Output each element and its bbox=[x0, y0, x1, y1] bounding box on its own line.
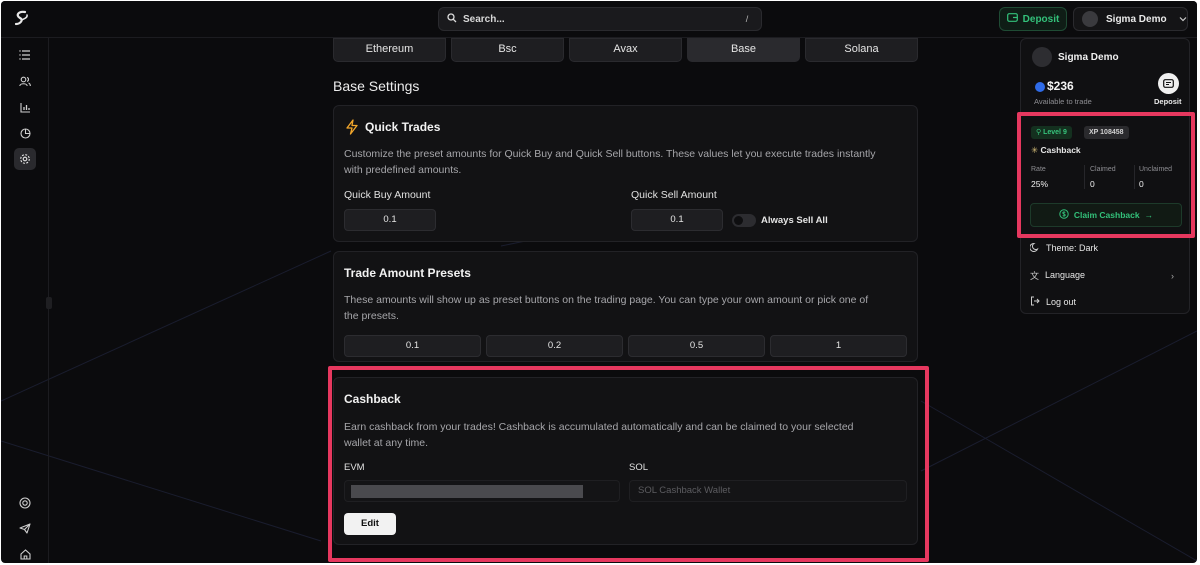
cashback-section-label: Cashback bbox=[1040, 145, 1081, 155]
theme-label: Theme: Dark bbox=[1046, 243, 1099, 253]
user-name: Sigma Demo bbox=[1106, 13, 1167, 25]
wallet-icon bbox=[1006, 13, 1018, 25]
tab-base[interactable]: Base bbox=[687, 38, 800, 62]
search-icon bbox=[447, 10, 457, 28]
translate-icon: 文 bbox=[1030, 270, 1040, 281]
xp-badge: XP 108458 bbox=[1084, 126, 1129, 139]
quick-buy-label: Quick Buy Amount bbox=[344, 189, 431, 201]
pie-icon[interactable] bbox=[14, 122, 36, 144]
level-badge: ⚲ Level 9 bbox=[1031, 126, 1072, 139]
claim-cashback-label: Claim Cashback bbox=[1073, 210, 1140, 220]
cashback-section-title: ✳ Cashback bbox=[1031, 145, 1081, 156]
user-dropdown: Sigma Demo $236 Available to trade Depos… bbox=[1020, 38, 1190, 314]
quick-buy-input[interactable]: 0.1 bbox=[344, 209, 436, 231]
arrow-right-icon: → bbox=[1144, 210, 1154, 220]
cashback-card: Cashback Earn cashback from your trades!… bbox=[333, 377, 918, 545]
presets-card: Trade Amount Presets These amounts will … bbox=[333, 251, 918, 362]
rate-label: Rate bbox=[1031, 166, 1046, 173]
balance-coin-icon bbox=[1035, 82, 1045, 92]
tab-bsc[interactable]: Bsc bbox=[451, 38, 564, 62]
search-bar[interactable]: Search... / bbox=[438, 7, 762, 31]
theme-menu-item[interactable]: Theme: Dark bbox=[1029, 240, 1099, 256]
support-icon[interactable] bbox=[14, 492, 36, 514]
unclaimed-label: Unclaimed bbox=[1139, 166, 1173, 173]
sidebar-collapse-handle[interactable] bbox=[46, 297, 52, 309]
preset-button[interactable]: 0.2 bbox=[486, 335, 623, 357]
avatar bbox=[1082, 11, 1098, 27]
quick-trades-description-line2: with predefined amounts. bbox=[344, 164, 462, 176]
quick-trades-title: Quick Trades bbox=[365, 120, 441, 134]
language-label: Language bbox=[1045, 270, 1086, 280]
app-window: Search... / Deposit Sigma Demo Ethereum … bbox=[1, 1, 1197, 563]
dropdown-user-name: Sigma Demo bbox=[1058, 52, 1119, 63]
cashback-description-line2: wallet at any time. bbox=[344, 437, 429, 449]
evm-wallet-field[interactable] bbox=[344, 480, 620, 502]
logout-menu-item[interactable]: Log out bbox=[1030, 294, 1076, 310]
user-menu-button[interactable]: Sigma Demo bbox=[1073, 7, 1188, 31]
tab-avax[interactable]: Avax bbox=[569, 38, 682, 62]
cashback-description-line1: Earn cashback from your trades! Cashback… bbox=[344, 421, 854, 433]
edit-button[interactable]: Edit bbox=[344, 513, 396, 535]
deposit-icon[interactable] bbox=[1158, 73, 1179, 94]
unclaimed-value: 0 bbox=[1139, 179, 1144, 189]
chevron-right-icon: › bbox=[1171, 271, 1174, 281]
logo-icon[interactable] bbox=[11, 9, 31, 29]
cashback-icon: ✳ bbox=[1031, 145, 1039, 155]
presets-description-line1: These amounts will show up as preset but… bbox=[344, 294, 869, 306]
deposit-label: Deposit bbox=[1022, 13, 1060, 25]
lightning-icon bbox=[345, 119, 359, 140]
home-icon[interactable] bbox=[14, 543, 36, 563]
chevron-down-icon bbox=[1179, 14, 1187, 25]
rate-value: 25% bbox=[1031, 179, 1049, 189]
deposit-button[interactable]: Deposit bbox=[999, 7, 1067, 31]
claimed-value: 0 bbox=[1090, 179, 1095, 189]
avatar bbox=[1032, 47, 1052, 67]
quick-trades-description-line1: Customize the preset amounts for Quick B… bbox=[344, 148, 876, 160]
presets-title: Trade Amount Presets bbox=[344, 266, 471, 280]
quick-sell-input[interactable]: 0.1 bbox=[631, 209, 723, 231]
quick-sell-label: Quick Sell Amount bbox=[631, 189, 717, 201]
preset-button[interactable]: 1 bbox=[770, 335, 907, 357]
balance-caption: Available to trade bbox=[1034, 97, 1092, 106]
moon-icon bbox=[1029, 242, 1040, 254]
telegram-icon[interactable] bbox=[14, 517, 36, 539]
dropdown-deposit-label[interactable]: Deposit bbox=[1154, 97, 1182, 106]
level-text: Level 9 bbox=[1043, 129, 1067, 136]
redacted-address bbox=[351, 485, 583, 498]
menu-icon[interactable] bbox=[14, 44, 36, 66]
top-bar: Search... / Deposit Sigma Demo bbox=[1, 1, 1197, 38]
claim-cashback-button[interactable]: Claim Cashback → bbox=[1030, 203, 1182, 227]
stat-divider bbox=[1084, 165, 1085, 189]
link-icon: ⚲ bbox=[1036, 129, 1042, 136]
preset-button[interactable]: 0.1 bbox=[344, 335, 481, 357]
language-menu-item[interactable]: 文 Language bbox=[1030, 267, 1085, 283]
logout-icon bbox=[1030, 296, 1040, 308]
search-shortcut: / bbox=[745, 14, 749, 24]
logout-label: Log out bbox=[1046, 297, 1077, 307]
chart-icon[interactable] bbox=[14, 96, 36, 118]
balance-value: $236 bbox=[1047, 79, 1074, 93]
stat-divider bbox=[1134, 165, 1135, 189]
tab-solana[interactable]: Solana bbox=[805, 38, 918, 62]
evm-label: EVM bbox=[344, 462, 365, 473]
always-sell-label: Always Sell All bbox=[761, 215, 828, 226]
presets-description-line2: the presets. bbox=[344, 310, 399, 322]
always-sell-toggle[interactable] bbox=[732, 214, 756, 227]
users-icon[interactable] bbox=[14, 70, 36, 92]
sol-wallet-field[interactable]: SOL Cashback Wallet bbox=[629, 480, 907, 502]
settings-icon[interactable] bbox=[14, 148, 36, 170]
cashback-title: Cashback bbox=[344, 392, 401, 406]
dollar-circle-icon bbox=[1059, 209, 1069, 221]
sol-label: SOL bbox=[629, 462, 649, 473]
search-placeholder: Search... bbox=[463, 13, 505, 25]
claimed-label: Claimed bbox=[1090, 166, 1116, 173]
tab-ethereum[interactable]: Ethereum bbox=[333, 38, 446, 62]
quick-trades-card: Quick Trades Customize the preset amount… bbox=[333, 105, 918, 242]
page-title: Base Settings bbox=[333, 78, 420, 94]
sidebar bbox=[1, 38, 49, 563]
preset-button[interactable]: 0.5 bbox=[628, 335, 765, 357]
